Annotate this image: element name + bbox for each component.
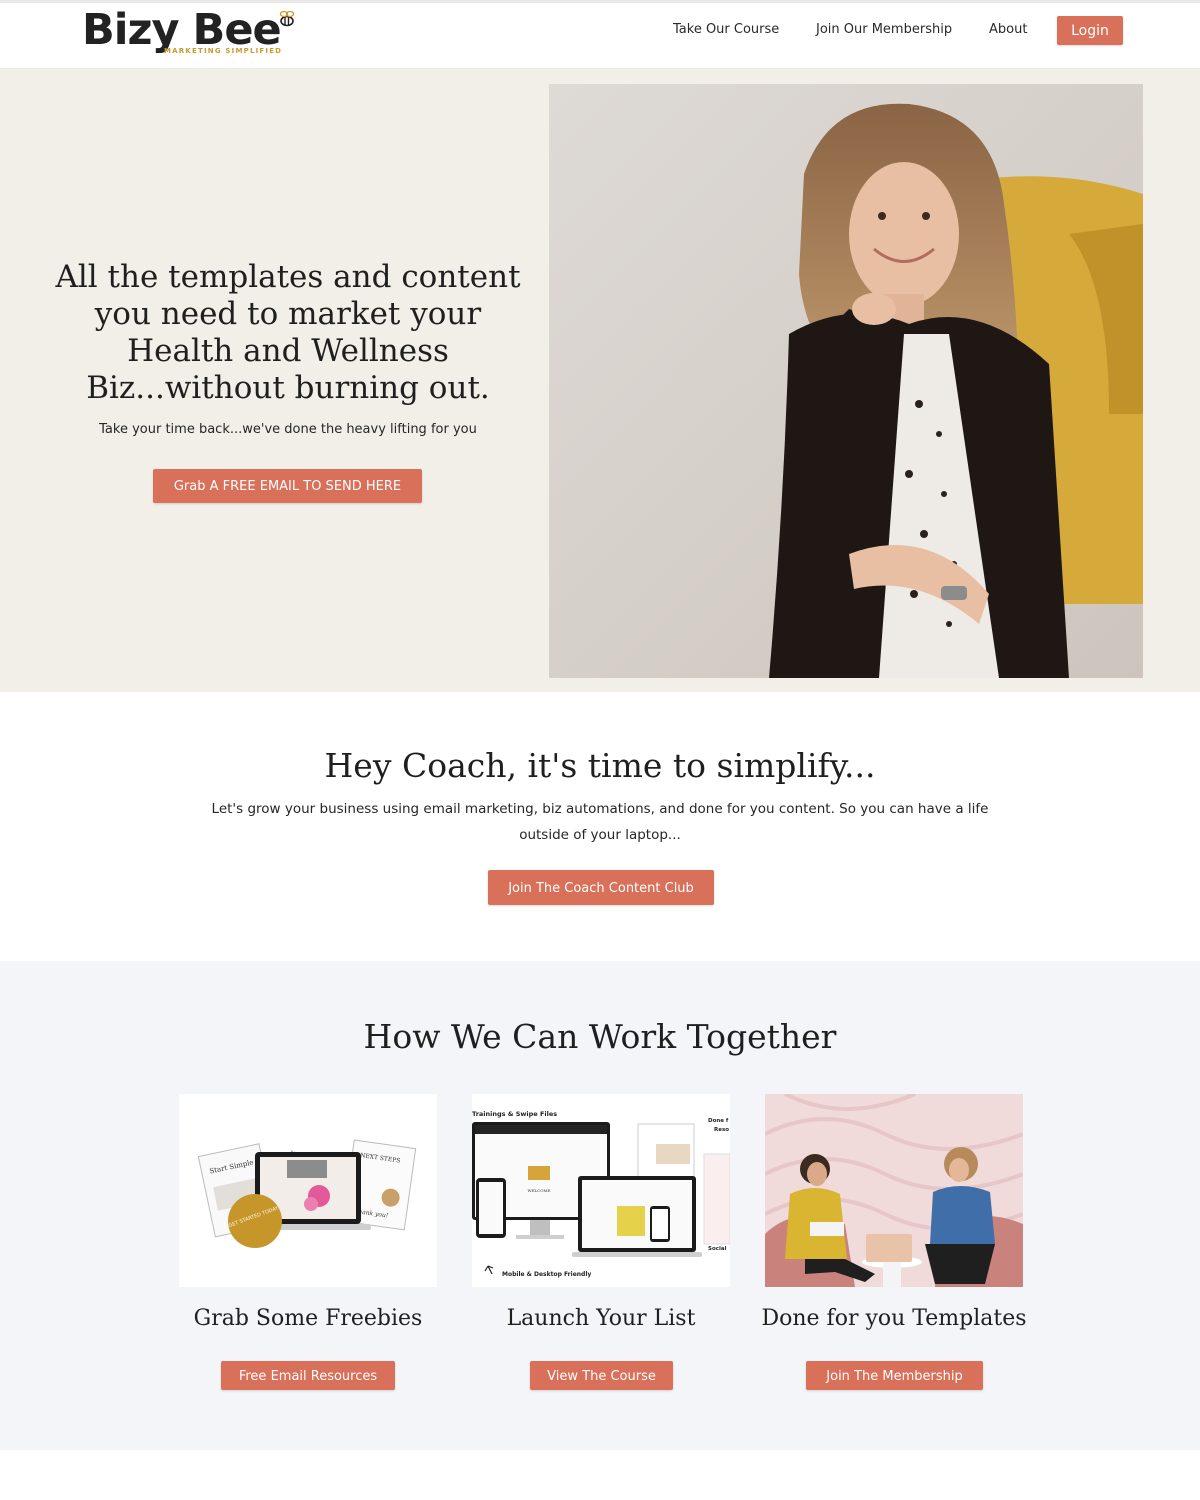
mobile-desktop-text: Mobile & Desktop Friendly xyxy=(502,1271,591,1278)
hero-title-line: Health and Wellness xyxy=(127,333,449,369)
brand-tagline: MARKETING SIMPLIFIED xyxy=(164,47,283,55)
bee-icon xyxy=(279,10,295,27)
brand-logo[interactable]: Bizy Bee MARKETING SIMPLIFIED xyxy=(82,5,312,61)
site-header: Bizy Bee MARKETING SIMPLIFIED Take Our C… xyxy=(0,3,1200,69)
freebies-mockup-icon: Start Simple Framework NEXT STEPS Thank … xyxy=(197,1139,417,1248)
join-membership-button[interactable]: Join The Membership xyxy=(806,1361,983,1390)
coach-title: Hey Coach, it's time to simplify... xyxy=(324,746,876,785)
work-title: How We Can Work Together xyxy=(363,1017,837,1056)
trainings-text: Trainings & Swipe Files xyxy=(472,1110,557,1118)
coach-body-line: Let's grow your business using email mar… xyxy=(211,801,989,817)
nav-join-our-membership[interactable]: Join Our Membership xyxy=(816,22,952,37)
hero-portrait-image xyxy=(549,84,1143,678)
resources-text: Reso xyxy=(714,1127,729,1133)
hero-section: All the templates and content you need t… xyxy=(0,69,1200,692)
freebies-image[interactable]: Start Simple Framework NEXT STEPS Thank … xyxy=(179,1094,437,1287)
coach-body: Let's grow your business using email mar… xyxy=(190,796,1010,848)
hero-title-line: Biz...without burning out. xyxy=(86,370,490,406)
social-text: Social xyxy=(708,1246,727,1252)
free-email-button[interactable]: Grab A FREE EMAIL TO SEND HERE xyxy=(153,469,422,503)
coach-body-line: outside of your laptop... xyxy=(519,827,681,843)
work-together-section: How We Can Work Together Start Simple Fr… xyxy=(0,961,1200,1450)
card-title-templates: Done for you Templates xyxy=(761,1306,1027,1331)
hero-title-line: All the templates and content xyxy=(55,259,521,295)
free-email-resources-button[interactable]: Free Email Resources xyxy=(221,1361,395,1390)
launch-list-image[interactable]: Trainings & Swipe Files WELCOME Done f R… xyxy=(472,1094,730,1287)
card-title-freebies: Grab Some Freebies xyxy=(193,1306,423,1331)
join-coach-club-button[interactable]: Join The Coach Content Club xyxy=(488,870,714,905)
templates-image[interactable] xyxy=(765,1094,1023,1287)
nav-take-our-course[interactable]: Take Our Course xyxy=(673,22,779,37)
woman-portrait-icon xyxy=(549,84,1143,678)
nav-about[interactable]: About xyxy=(989,22,1027,37)
card-title-launch: Launch Your List xyxy=(506,1306,696,1331)
done-text: Done f xyxy=(708,1118,729,1124)
login-button[interactable]: Login xyxy=(1057,16,1123,45)
hero-subtitle: Take your time back...we've done the hea… xyxy=(99,422,477,437)
view-course-button[interactable]: View The Course xyxy=(530,1361,673,1390)
welcome-text: WELCOME xyxy=(527,1188,550,1193)
course-devices-icon: Trainings & Swipe Files WELCOME Done f R… xyxy=(472,1110,730,1278)
hero-title: All the templates and content you need t… xyxy=(50,259,526,407)
hero-title-line: you need to market your xyxy=(94,296,482,332)
two-women-laptop-icon xyxy=(765,1094,1023,1287)
